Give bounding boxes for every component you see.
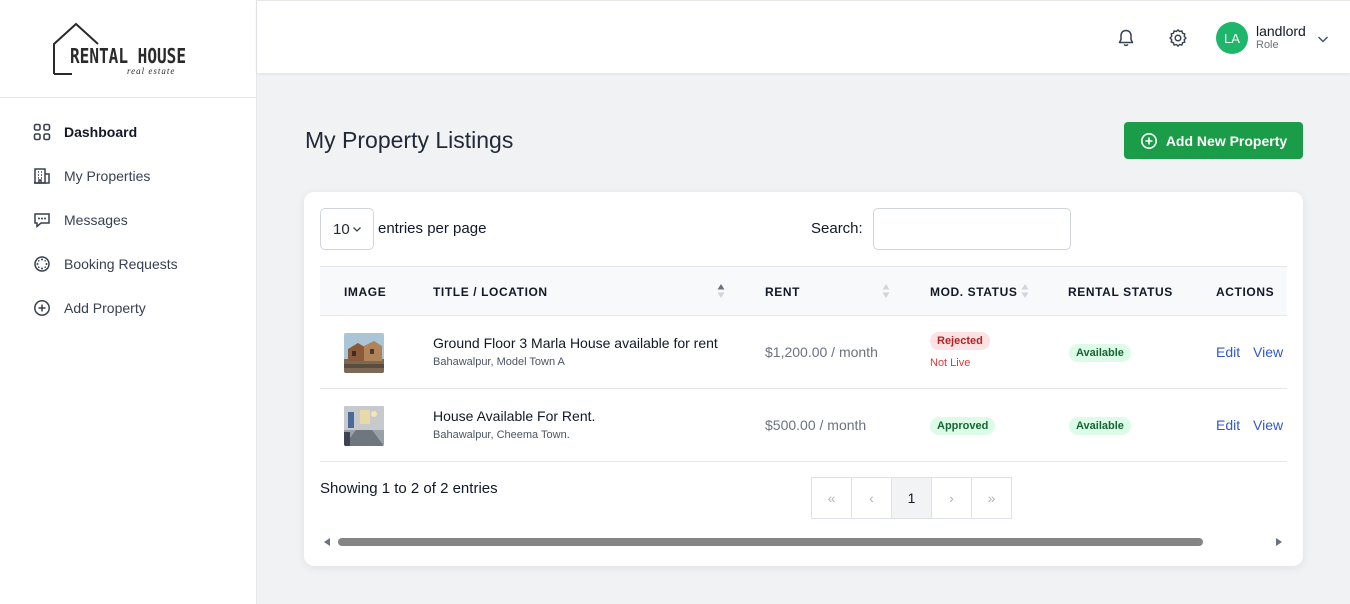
- property-thumbnail[interactable]: [344, 406, 384, 446]
- house-photo-icon: [344, 406, 384, 446]
- sidebar-item-booking-requests[interactable]: Booking Requests: [0, 242, 256, 286]
- sort-icon[interactable]: [882, 283, 890, 299]
- col-title-location[interactable]: TITLE / LOCATION: [433, 285, 548, 299]
- property-location: Bahawalpur, Model Town A: [433, 356, 565, 368]
- scrollbar-thumb[interactable]: [338, 538, 1203, 546]
- user-role: Role: [1256, 39, 1279, 51]
- property-location: Bahawalpur, Cheema Town.: [433, 429, 570, 441]
- plus-circle-icon: [34, 300, 50, 316]
- sidebar-item-label: Dashboard: [64, 124, 138, 140]
- view-link[interactable]: View: [1253, 417, 1283, 433]
- col-image: IMAGE: [344, 285, 387, 299]
- sidebar-item-label: Messages: [64, 212, 128, 228]
- grid-icon: [33, 123, 51, 141]
- add-new-property-label: Add New Property: [1165, 132, 1288, 149]
- brand-logo[interactable]: RENTAL HOUSE real estate: [0, 0, 256, 98]
- table-row: Ground Floor 3 Marla House available for…: [320, 316, 1287, 389]
- scroll-left-icon[interactable]: [324, 538, 331, 546]
- search-input[interactable]: [873, 208, 1071, 250]
- page-title: My Property Listings: [305, 127, 514, 153]
- col-actions: ACTIONS: [1216, 285, 1275, 299]
- sidebar-item-my-properties[interactable]: My Properties: [0, 154, 256, 198]
- pagination: « ‹ 1 › »: [811, 477, 1012, 519]
- mod-status-badge: Approved: [930, 417, 996, 435]
- chevron-down-icon: [352, 227, 361, 232]
- entries-info: Showing 1 to 2 of 2 entries: [320, 480, 498, 497]
- entries-per-page-value: 10: [333, 220, 350, 238]
- col-rental-status: RENTAL STATUS: [1068, 285, 1173, 299]
- table-header: IMAGE TITLE / LOCATION RENT MOD. STATUS …: [320, 266, 1287, 316]
- user-name[interactable]: landlord: [1256, 23, 1306, 39]
- scroll-right-icon[interactable]: [1275, 538, 1282, 546]
- sort-icon[interactable]: [1021, 283, 1029, 299]
- sort-icon[interactable]: [717, 283, 725, 299]
- sidebar-item-messages[interactable]: Messages: [0, 198, 256, 242]
- sidebar-item-label: Booking Requests: [64, 256, 178, 272]
- gear-icon[interactable]: [1168, 28, 1188, 48]
- sidebar-item-add-property[interactable]: Add Property: [0, 286, 256, 330]
- entries-per-page-select[interactable]: 10: [320, 208, 374, 250]
- table-row: House Available For Rent. Bahawalpur, Ch…: [320, 389, 1287, 462]
- property-thumbnail[interactable]: [344, 333, 384, 373]
- col-mod-status[interactable]: MOD. STATUS: [930, 285, 1017, 299]
- house-photo-icon: [344, 333, 384, 373]
- rental-status-badge: Available: [1069, 417, 1131, 435]
- topbar: LA landlord Role: [257, 0, 1350, 73]
- listings-card: 10 entries per page Search: IMAGE TITLE …: [304, 192, 1303, 566]
- rental-status-badge: Available: [1069, 344, 1131, 362]
- horizontal-scrollbar[interactable]: [320, 534, 1287, 550]
- chevron-down-icon[interactable]: [1316, 32, 1330, 46]
- sidebar-item-label: My Properties: [64, 168, 151, 184]
- live-status-note: Not Live: [930, 357, 971, 369]
- add-new-property-button[interactable]: Add New Property: [1124, 122, 1303, 159]
- sidebar-item-dashboard[interactable]: Dashboard: [0, 110, 256, 154]
- brand-tagline: real estate: [127, 66, 175, 76]
- chat-icon: [34, 213, 50, 229]
- property-title: House Available For Rent.: [433, 408, 596, 424]
- edit-link[interactable]: Edit: [1216, 344, 1240, 360]
- spinner-icon: [34, 256, 50, 272]
- page-current-button[interactable]: 1: [891, 477, 932, 519]
- property-rent: $1,200.00 / month: [765, 344, 878, 360]
- page-next-button[interactable]: ›: [931, 477, 972, 519]
- entries-per-page-label: entries per page: [378, 220, 487, 237]
- page-first-button[interactable]: «: [811, 477, 852, 519]
- sidebar-nav: Dashboard My Properties Messages Booking…: [0, 98, 256, 330]
- page-last-button[interactable]: »: [971, 477, 1012, 519]
- sidebar-item-label: Add Property: [64, 300, 146, 316]
- building-icon: [34, 168, 50, 184]
- bell-icon[interactable]: [1116, 28, 1136, 48]
- page-prev-button[interactable]: ‹: [851, 477, 892, 519]
- mod-status-badge: Rejected: [930, 332, 990, 350]
- edit-link[interactable]: Edit: [1216, 417, 1240, 433]
- view-link[interactable]: View: [1253, 344, 1283, 360]
- plus-circle-icon: [1140, 132, 1157, 149]
- property-rent: $500.00 / month: [765, 417, 867, 433]
- brand-name: RENTAL HOUSE: [70, 44, 186, 68]
- avatar[interactable]: LA: [1216, 22, 1248, 54]
- property-title: Ground Floor 3 Marla House available for…: [433, 335, 718, 351]
- sidebar: RENTAL HOUSE real estate Dashboard My Pr…: [0, 0, 257, 604]
- search-label: Search:: [811, 220, 863, 237]
- col-rent[interactable]: RENT: [765, 285, 800, 299]
- house-logo-icon: RENTAL HOUSE real estate: [53, 22, 186, 76]
